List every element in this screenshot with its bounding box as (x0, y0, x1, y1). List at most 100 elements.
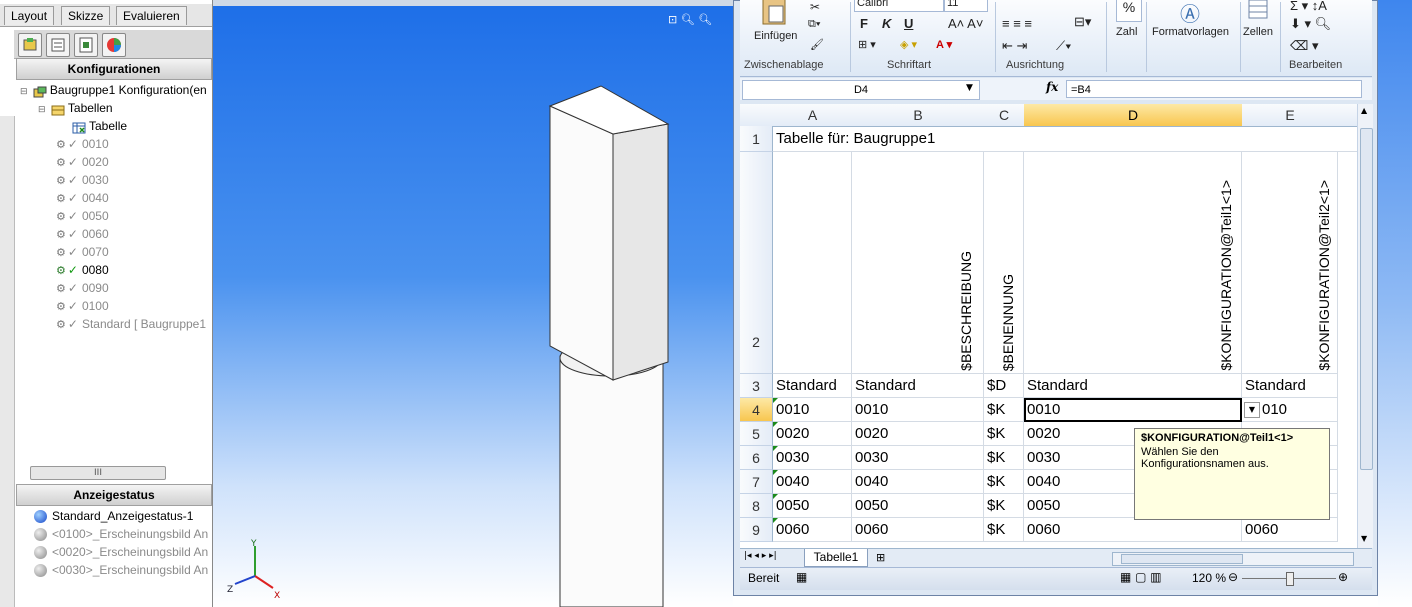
cell[interactable]: $D (984, 374, 1024, 398)
config-item[interactable]: ⚙ ✓ 0010 (56, 135, 109, 153)
tab-layout[interactable]: Layout (4, 6, 55, 25)
cell[interactable]: 0020 (773, 422, 852, 446)
cut-icon[interactable]: ✂ (810, 0, 820, 14)
config-item[interactable]: ⚙ ✓ 0100 (56, 297, 109, 315)
row-header[interactable]: 5 (740, 422, 773, 446)
cell[interactable]: 0030 (852, 446, 984, 470)
styles-button[interactable]: Formatvorlagen (1152, 26, 1229, 38)
cell[interactable]: 0020 (852, 422, 984, 446)
fill-color-icon[interactable]: ◈ ▾ (900, 38, 917, 51)
row-header[interactable]: 1 (740, 126, 773, 152)
bold-button[interactable]: F (860, 16, 868, 31)
cell[interactable] (773, 152, 852, 374)
fill-icon[interactable]: ⬇ ▾ 🔍︎ (1290, 16, 1331, 32)
format-painter-icon[interactable]: 🖌︎ (810, 38, 824, 51)
cell[interactable]: $K (984, 398, 1024, 422)
row-header[interactable]: 4 (740, 398, 773, 422)
cell[interactable]: 0040 (773, 470, 852, 494)
cell[interactable]: $K (984, 470, 1024, 494)
collapse-icon[interactable]: ⊟ (20, 86, 28, 96)
merge-icon[interactable]: ⊟▾ (1074, 14, 1091, 30)
config-item[interactable]: ⚙ ✓ 0050 (56, 207, 109, 225)
row-header[interactable]: 2 (740, 152, 773, 374)
row-header[interactable]: 3 (740, 374, 773, 398)
view-buttons-icon[interactable]: ▦ ▢ ▥ (1120, 570, 1162, 584)
dropdown-arrow-icon[interactable]: ▼ (1244, 402, 1260, 418)
cell[interactable]: Standard (773, 374, 852, 398)
cell[interactable]: 0060 (1242, 518, 1338, 542)
config-item[interactable]: ⚙ ✓ 0030 (56, 171, 109, 189)
vertical-scrollbar[interactable]: ▲ ▼ (1357, 104, 1373, 548)
number-format-button[interactable]: Zahl (1116, 26, 1137, 38)
paste-button[interactable]: Einfügen (754, 30, 797, 42)
collapse-icon[interactable]: ⊟ (38, 104, 46, 114)
tree-root-assembly[interactable]: ⊟ Baugruppe1 Konfiguration(en (20, 81, 207, 99)
config-item[interactable]: ⚙ ✓ 0040 (56, 189, 109, 207)
autosum-icon[interactable]: Σ ▾ ↕A (1290, 0, 1327, 14)
cell[interactable]: 0030 (773, 446, 852, 470)
name-box[interactable]: D4 (742, 80, 980, 100)
formula-input[interactable]: =B4 (1066, 80, 1362, 98)
tab-skizze[interactable]: Skizze (61, 6, 111, 25)
column-header[interactable]: E (1242, 104, 1339, 127)
column-header[interactable]: C (984, 104, 1025, 127)
cell[interactable]: 0050 (773, 494, 852, 518)
column-header-partial[interactable] (1338, 104, 1357, 127)
cell[interactable]: 0060 (1024, 518, 1242, 542)
cells-button[interactable]: Zellen (1243, 26, 1273, 38)
cell[interactable]: Standard (852, 374, 984, 398)
cell[interactable]: Standard (1024, 374, 1242, 398)
cell[interactable]: $K (984, 494, 1024, 518)
cell[interactable]: 0050 (852, 494, 984, 518)
cell[interactable] (1024, 152, 1242, 374)
italic-button[interactable]: K (882, 16, 891, 31)
displaymanager-tab-icon[interactable] (102, 33, 126, 57)
title-cell[interactable]: Tabelle für: Baugruppe1 (773, 126, 1357, 152)
zoom-level[interactable]: 120 % (1192, 571, 1226, 585)
scroll-down-icon[interactable]: ▼ (1361, 534, 1367, 543)
cell[interactable]: Standard (1242, 374, 1338, 398)
sheet-nav-icons[interactable]: |◂ ◂ ▸ ▸| (744, 551, 777, 561)
cell[interactable]: 0060 (852, 518, 984, 542)
cell[interactable]: $K (984, 422, 1024, 446)
scroll-up-icon[interactable]: ▲ (1361, 106, 1367, 115)
propertymanager-tab-icon[interactable] (46, 33, 70, 57)
cell[interactable]: 0010 (773, 398, 852, 422)
config-item[interactable]: ⚙ ✓ 0090 (56, 279, 109, 297)
row-header[interactable]: 7 (740, 470, 773, 494)
tree-tables-node[interactable]: ⊟ Tabellen (38, 99, 113, 117)
horizontal-scroll-thumb[interactable] (1121, 554, 1243, 564)
config-item[interactable]: ⚙ ✓ 0070 (56, 243, 109, 261)
insert-function-icon[interactable]: fx (1046, 80, 1058, 94)
display-state-item[interactable]: <0030>_Erscheinungsbild An (34, 561, 208, 579)
pane-horizontal-scrollbar[interactable]: III (30, 466, 166, 480)
font-size-select[interactable]: 11 (944, 0, 988, 12)
row-header[interactable]: 8 (740, 494, 773, 518)
configurationmanager-tab-icon[interactable] (74, 33, 98, 57)
cell[interactable]: $K (984, 446, 1024, 470)
featuremanager-tab-icon[interactable] (18, 33, 42, 57)
indent-icon[interactable]: ⇤ ⇥ (1002, 38, 1027, 54)
display-state-item[interactable]: Standard_Anzeigestatus-1 (34, 507, 193, 525)
underline-button[interactable]: U (904, 16, 913, 31)
cell[interactable]: $K (984, 518, 1024, 542)
tab-evaluieren[interactable]: Evaluieren (116, 6, 187, 25)
font-color-icon[interactable]: A ▾ (936, 38, 952, 51)
insert-sheet-icon[interactable]: ⊞ (876, 551, 885, 564)
config-item[interactable]: ⚙ ✓ 0020 (56, 153, 109, 171)
font-name-select[interactable]: Calibri (854, 0, 944, 12)
config-item[interactable]: ⚙ ✓ Standard [ Baugruppe1 (56, 315, 206, 333)
cell[interactable]: 0040 (852, 470, 984, 494)
grow-font-icon[interactable]: A˄ A˅ (948, 16, 983, 31)
cell[interactable]: 0010 (852, 398, 984, 422)
graphics-viewport[interactable]: ⊡ 🔍︎ 🔍︎ Y X Z (213, 6, 733, 607)
zoom-out-icon[interactable]: ⊖ (1228, 570, 1238, 584)
align-left-icon[interactable]: ≡ ≡ ≡ (1002, 16, 1032, 31)
percent-icon[interactable]: % (1116, 0, 1142, 22)
vertical-scroll-thumb[interactable] (1360, 128, 1373, 470)
horizontal-scrollbar[interactable] (1112, 552, 1354, 566)
config-item[interactable]: ⚙ ✓ 0080 (56, 261, 109, 279)
clear-icon[interactable]: ⌫ ▾ (1290, 38, 1319, 54)
copy-icon[interactable]: ⧉▾ (808, 18, 820, 31)
styles-icon[interactable]: Ⓐ (1180, 0, 1200, 27)
